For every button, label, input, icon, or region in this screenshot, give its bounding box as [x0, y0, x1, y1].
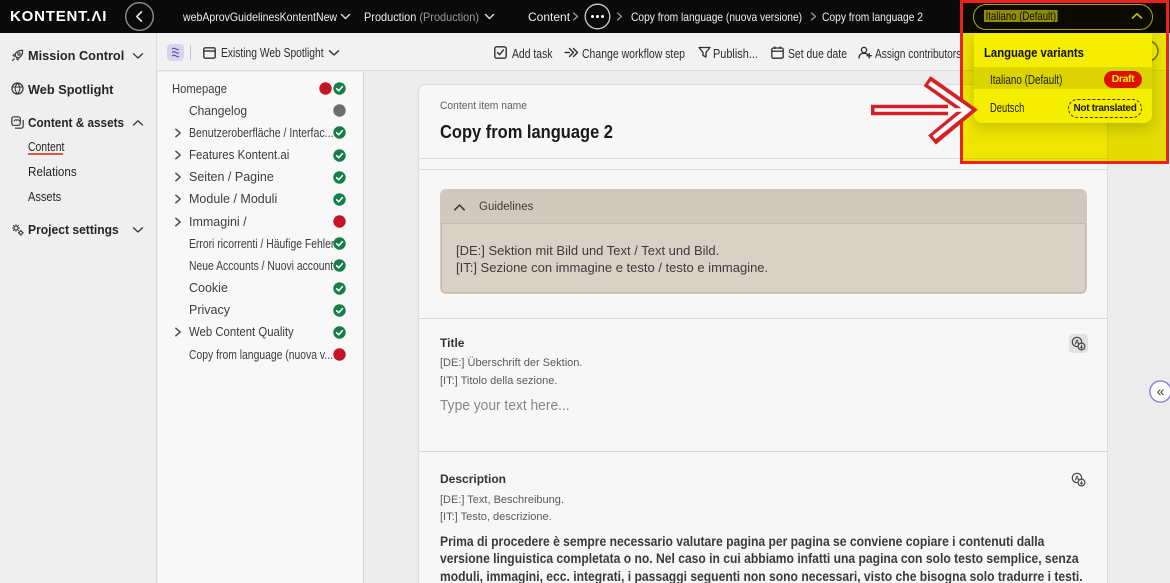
svg-text:«: «: [1157, 383, 1165, 399]
